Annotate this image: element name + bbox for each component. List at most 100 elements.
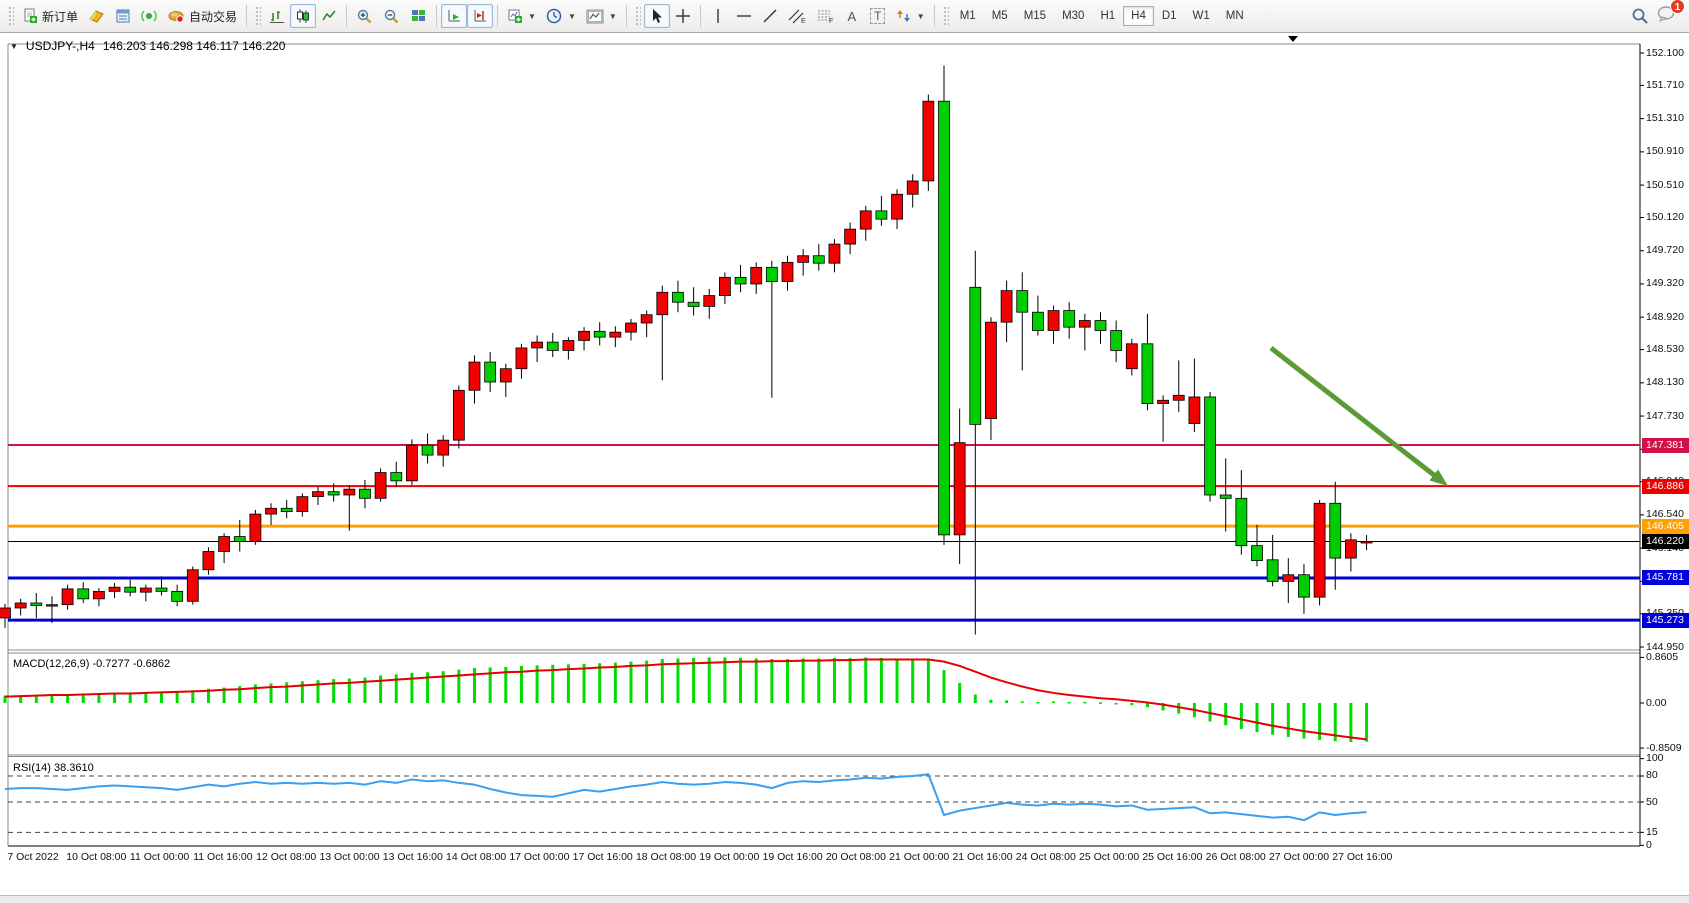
price-tick: 150.120 [1646,211,1684,223]
candle [93,591,104,598]
candle [1314,503,1325,597]
chart-canvas[interactable] [0,33,1689,870]
vertical-line-tool-button[interactable] [705,4,731,28]
price-tick: 152.100 [1646,47,1684,59]
candle [453,390,464,440]
zoom-out-button[interactable] [378,4,405,28]
candle [266,508,277,514]
channel-tool-button[interactable]: E [783,4,811,28]
candle [516,348,527,369]
time-tick: 19 Oct 00:00 [699,851,759,863]
candle [782,262,793,281]
rsi-line [5,774,1367,820]
time-tick: 21 Oct 16:00 [952,851,1012,863]
horizontal-line-tool-button[interactable] [731,4,757,28]
candle [0,608,11,618]
candle [579,331,590,340]
candle [751,267,762,284]
new-chart-button[interactable]: ▼ [502,4,541,28]
candle [1111,330,1122,350]
time-tick: 10 Oct 08:00 [66,851,126,863]
time-tick: 14 Oct 08:00 [446,851,506,863]
trendline-icon [762,8,778,24]
arrows-tool-button[interactable]: ▼ [891,4,930,28]
fibonacci-tool-button[interactable]: F [811,4,839,28]
price-tick: 148.920 [1646,311,1684,323]
candle [626,323,637,332]
candle [46,605,57,607]
toolbar-grip[interactable] [254,5,261,27]
candle [1001,291,1012,323]
candle [1345,540,1356,558]
timeframe-h4[interactable]: H4 [1123,6,1154,26]
tile-windows-button[interactable] [405,4,432,28]
timeframe-m15[interactable]: M15 [1016,6,1054,26]
new-chart-icon [507,8,523,24]
new-order-button[interactable]: 新订单 [17,4,83,28]
trendline-tool-button[interactable] [757,4,783,28]
time-tick: 25 Oct 16:00 [1142,851,1202,863]
templates-button[interactable]: ▼ [581,4,622,28]
candle [1126,344,1137,369]
chart-window[interactable]: ▼ USDJPY-,H4 146.203 146.298 146.117 146… [0,33,1689,870]
auto-trading-button[interactable]: 自动交易 [162,4,242,28]
candle [469,362,480,390]
zoom-in-icon [356,8,373,25]
main-toolbar: 新订单 自动交易 [0,0,1689,33]
toolbar-grip[interactable] [7,5,14,27]
candle [688,302,699,306]
signal-button[interactable] [136,4,162,28]
timeframe-m1[interactable]: M1 [952,6,984,26]
bar-chart-mode-button[interactable] [264,4,290,28]
status-bar [0,895,1689,903]
zoom-in-button[interactable] [351,4,378,28]
timeframe-h1[interactable]: H1 [1092,6,1123,26]
price-level-box: 147.381 [1642,438,1689,453]
toolbar-grip[interactable] [942,5,949,27]
scroll-marker-icon [1288,36,1298,42]
search-icon[interactable] [1631,7,1649,25]
candle [970,287,981,424]
time-axis[interactable]: 7 Oct 202210 Oct 08:0011 Oct 00:0011 Oct… [0,848,1689,868]
candle [766,267,777,281]
symbol-period-label: USDJPY-,H4 [26,39,95,53]
crosshair-tool-button[interactable] [670,4,696,28]
candle [438,440,449,455]
periods-button[interactable]: ▼ [541,4,581,28]
price-tick: 147.730 [1646,410,1684,422]
symbol-dropdown-icon[interactable]: ▼ [10,42,18,51]
timeframe-m30[interactable]: M30 [1054,6,1092,26]
cursor-tool-button[interactable] [644,4,670,28]
candlestick-series [0,65,1372,634]
candle [1298,575,1309,597]
candle [798,256,809,263]
market-watch-button[interactable] [83,4,110,28]
candle [391,473,402,481]
label-tool-button[interactable]: T [865,4,891,28]
chart-shift-button[interactable] [467,4,493,28]
auto-scroll-button[interactable] [441,4,467,28]
timeframe-mn[interactable]: MN [1218,6,1252,26]
time-tick: 11 Oct 16:00 [193,851,252,863]
text-tool-button[interactable]: A [839,4,865,28]
candle [281,508,292,511]
timeframe-m5[interactable]: M5 [984,6,1016,26]
notification-badge: 1 [1670,0,1685,14]
timeframe-d1[interactable]: D1 [1154,6,1185,26]
toolbar-grip[interactable] [634,5,641,27]
horizontal-line-icon [736,10,752,22]
data-window-button[interactable] [110,4,136,28]
candle [109,587,120,591]
price-axis[interactable]: 152.100151.710151.310150.910150.510150.1… [1641,33,1689,846]
candlestick-mode-button[interactable] [290,4,316,28]
candle [1252,546,1263,561]
signal-icon [141,8,157,24]
time-tick: 13 Oct 00:00 [319,851,379,863]
time-tick: 11 Oct 00:00 [130,851,189,863]
line-chart-mode-button[interactable] [316,4,342,28]
timeframe-w1[interactable]: W1 [1185,6,1218,26]
candle [907,181,918,194]
time-tick: 18 Oct 08:00 [636,851,696,863]
notifications-button[interactable]: 1 [1657,5,1677,27]
text-tool-icon: A [847,9,856,24]
